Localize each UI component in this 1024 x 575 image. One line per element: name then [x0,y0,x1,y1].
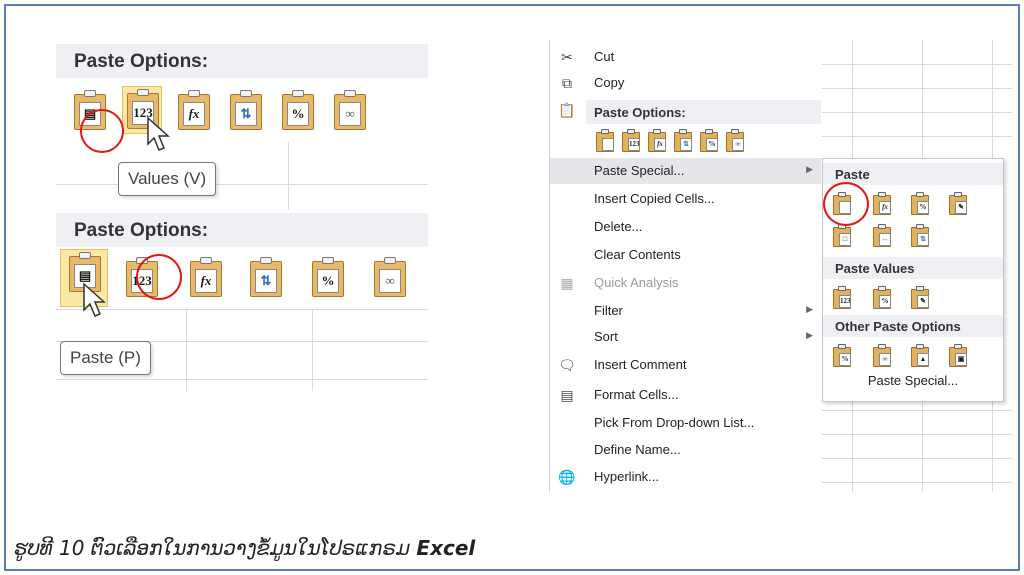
transpose-icon[interactable]: ⇅ [909,223,931,247]
context-menu: ✂ Cut ⧉ Copy 📋 Paste Options: 123 fx ⇅ %… [549,40,821,492]
paste-options-header: Paste Options: [56,213,428,247]
menu-item-clear-contents[interactable]: Clear Contents [550,242,821,268]
link-icon: ∞ [339,102,361,126]
formula-fx-icon: fx [195,269,217,293]
menu-item-pick-from-list[interactable]: Pick From Drop-down List... [550,410,821,436]
linked-picture-icon[interactable]: ▣ [947,343,969,367]
formula-fx-icon: fx [183,102,205,126]
formulas-icon[interactable]: fx [871,191,893,215]
caption-text: ຮູບທີ 10 ຕົວເລືອກໃນການວາງຂໍ້ມູນໃນໂປຣແກຣມ [14,536,411,560]
paste-link-button[interactable]: ∞ [330,88,370,130]
formulas-number-format-icon[interactable]: % [909,191,931,215]
paste-options-header: Paste Options: [586,100,821,124]
paste-formulas-icon[interactable]: fx [646,128,668,152]
paste-formulas-button[interactable]: fx [174,88,214,130]
values-source-formatting-icon[interactable]: ✎ [909,285,931,309]
paste-values-icon[interactable]: 123 [620,128,642,152]
keep-column-widths-icon[interactable]: ↔ [871,223,893,247]
grid-line [56,309,428,310]
values-number-format-icon[interactable]: % [871,285,893,309]
submenu-arrow-icon: ▶ [806,304,813,314]
picture-icon[interactable]: ▲ [909,343,931,367]
submenu-other-paste-header: Other Paste Options [823,315,1003,337]
link-icon: ∞ [379,269,401,293]
grid-line [312,309,313,391]
copy-icon: ⧉ [562,75,572,91]
menu-item-filter[interactable]: Filter ▶ [550,298,821,324]
figure-caption: ຮູບທີ 10 ຕົວເລືອກໃນການວາງຂໍ້ມູນໃນໂປຣແກຣມ… [14,536,475,560]
quick-analysis-icon: ▦ [560,275,574,291]
submenu-paste-values-header: Paste Values [823,257,1003,279]
highlight-ring [80,109,124,153]
submenu-paste-special-link[interactable]: Paste Special... [823,373,1003,388]
scissors-icon: ✂ [561,49,573,65]
grid-line [56,379,428,380]
paste-icon[interactable] [594,128,616,152]
menu-item-insert-comment[interactable]: 🗨 Insert Comment [550,352,821,378]
grid-line [288,142,289,210]
menu-item-paste-special[interactable]: Paste Special... ▶ [550,158,821,184]
percent-brush-icon: % [287,102,309,126]
formatting-icon[interactable]: % [831,343,853,367]
menu-item-quick-analysis[interactable]: ▦ Quick Analysis [550,270,821,296]
mouse-pointer-icon [147,116,170,151]
paste-link-button[interactable]: ∞ [370,255,410,297]
menu-item-define-name[interactable]: Define Name... [550,437,821,463]
submenu-arrow-icon: ▶ [806,164,813,174]
paste-transpose-icon[interactable]: ⇅ [672,128,694,152]
mouse-pointer-icon [83,282,106,317]
keep-source-formatting-icon[interactable]: ✎ [947,191,969,215]
values-icon[interactable]: 123 [831,285,853,309]
paste-link-icon[interactable]: ∞ [724,128,746,152]
transpose-icon: ⇅ [235,102,257,126]
comment-icon: 🗨 [558,357,576,373]
percent-brush-icon: % [317,269,339,293]
highlight-ring [823,182,869,226]
highlight-ring [136,254,182,300]
paste-options-header: Paste Options: [56,44,428,78]
paste-clipboard-icon: 📋 [558,102,576,118]
menu-item-sort[interactable]: Sort ▶ [550,324,821,350]
paste-transpose-button[interactable]: ⇅ [226,88,266,130]
grid-line [56,184,428,185]
paste-tooltip: Paste (P) [60,341,151,375]
menu-item-hyperlink[interactable]: 🌐 Hyperlink... [550,464,821,490]
paste-options-panel-bottom: Paste Options: ▤ 123 fx ⇅ % ∞ Paste (P) [56,213,428,391]
values-tooltip: Values (V) [118,162,217,196]
menu-item-delete[interactable]: Delete... [550,214,821,240]
no-borders-icon[interactable]: □ [831,223,853,247]
hyperlink-icon: 🌐 [558,469,576,485]
paste-formulas-button[interactable]: fx [186,255,226,297]
paste-transpose-button[interactable]: ⇅ [246,255,286,297]
paste-formatting-icon[interactable]: % [698,128,720,152]
format-cells-icon: ▤ [560,387,574,403]
paste-formatting-button[interactable]: % [278,88,318,130]
menu-item-format-cells[interactable]: ▤ Format Cells... [550,382,821,408]
submenu-arrow-icon: ▶ [806,330,813,340]
menu-item-copy[interactable]: ⧉ Copy [550,70,821,96]
paste-link-icon[interactable]: ∞ [871,343,893,367]
caption-app-name: Excel [416,536,476,560]
grid-line [186,309,187,391]
menu-item-insert-copied-cells[interactable]: Insert Copied Cells... [550,186,821,212]
menu-item-cut[interactable]: ✂ Cut [550,44,821,70]
paste-formatting-button[interactable]: % [308,255,348,297]
transpose-icon: ⇅ [255,269,277,293]
